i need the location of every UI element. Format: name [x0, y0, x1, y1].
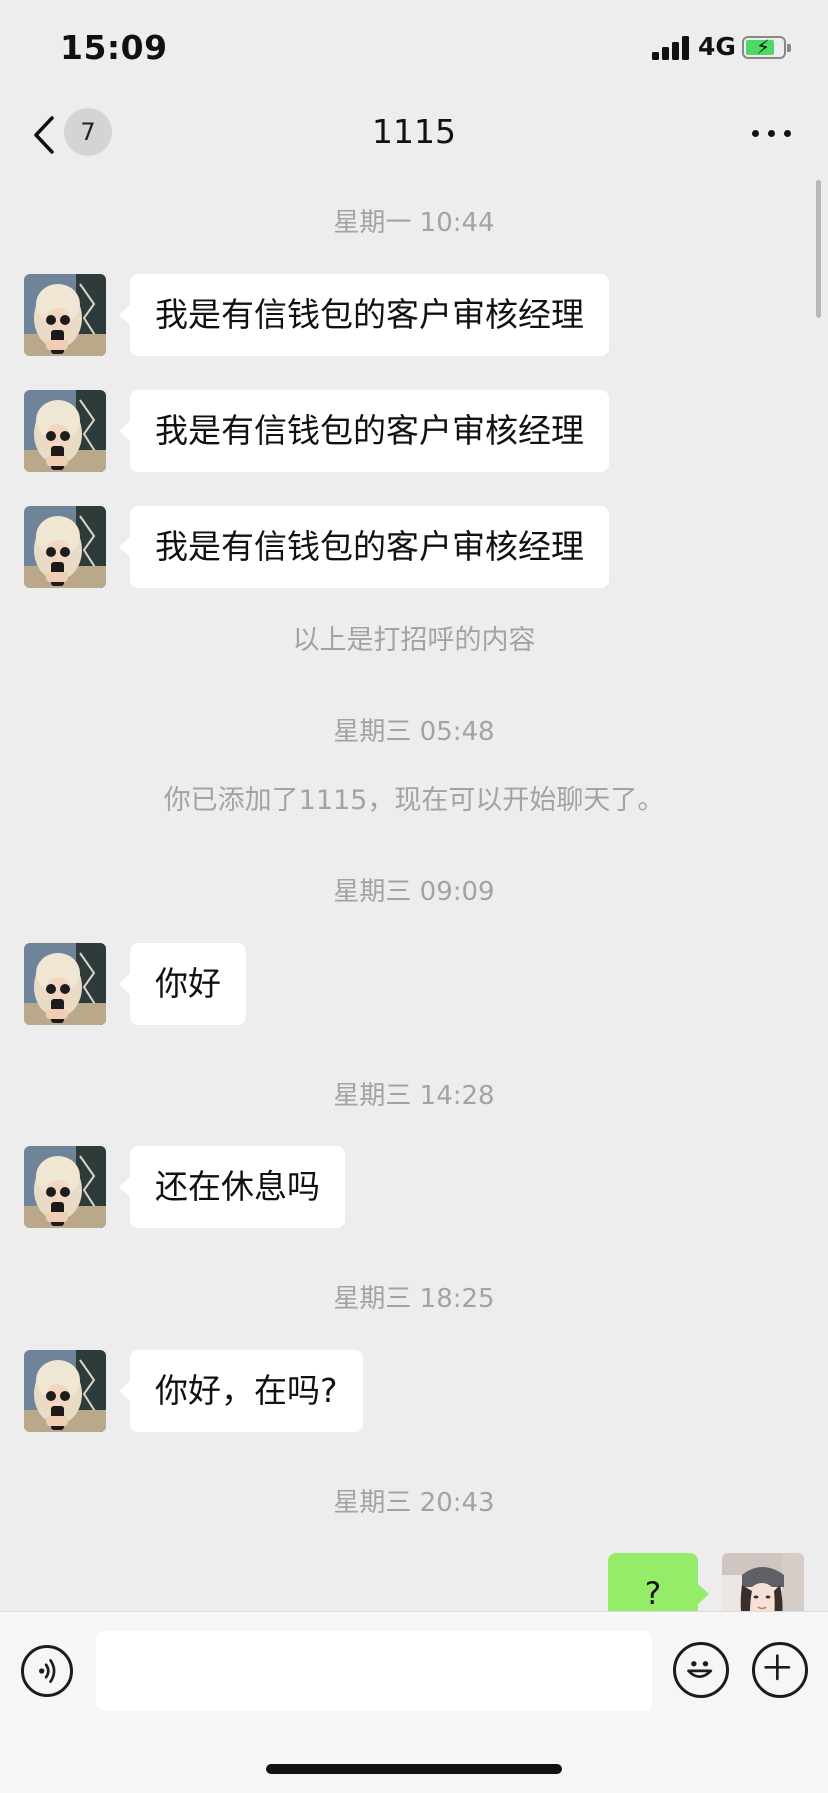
incoming-message-bubble[interactable]: 还在休息吗	[119, 1146, 345, 1228]
more-dots-icon[interactable]	[750, 122, 794, 142]
contact-avatar[interactable]	[24, 506, 106, 588]
contact-avatar[interactable]	[24, 274, 106, 356]
message-timestamp: 星期三 05:48	[333, 717, 495, 747]
incoming-message-bubble[interactable]: 我是有信钱包的客户审核经理	[119, 506, 609, 588]
message-timestamp: 星期一 10:44	[333, 208, 495, 238]
contact-avatar[interactable]	[24, 1146, 106, 1228]
message-timestamp: 星期三 18:25	[333, 1284, 495, 1314]
contact-avatar[interactable]	[24, 390, 106, 472]
incoming-message-bubble[interactable]: 我是有信钱包的客户审核经理	[119, 274, 609, 356]
system-notice: 以上是打招呼的内容	[292, 625, 536, 656]
scrollbar[interactable]	[816, 180, 821, 318]
message-timestamp: 星期三 14:28	[333, 1081, 495, 1111]
network-type: 4G	[698, 32, 736, 61]
incoming-message-bubble[interactable]: 你好，在吗?	[119, 1350, 363, 1432]
contact-avatar[interactable]	[24, 943, 106, 1025]
chat-title: 1115	[372, 112, 456, 151]
signal-icon	[652, 36, 690, 60]
message-timestamp: 星期三 20:43	[333, 1488, 495, 1518]
status-bar: 15:09 4G ⚡	[0, 0, 828, 100]
message-timestamp: 星期三 09:09	[333, 877, 495, 907]
contact-avatar[interactable]	[24, 1350, 106, 1432]
incoming-message-bubble[interactable]: 你好	[119, 943, 246, 1025]
system-notice: 你已添加了1115，现在可以开始聊天了。	[163, 785, 665, 816]
battery-icon: ⚡	[742, 36, 791, 59]
plus-icon[interactable]	[752, 1642, 808, 1698]
home-indicator[interactable]	[266, 1764, 562, 1774]
voice-icon[interactable]	[21, 1645, 73, 1697]
message-input[interactable]	[96, 1631, 652, 1711]
status-time: 15:09	[60, 28, 168, 67]
emoji-icon[interactable]	[673, 1642, 729, 1698]
incoming-message-bubble[interactable]: 我是有信钱包的客户审核经理	[119, 390, 609, 472]
